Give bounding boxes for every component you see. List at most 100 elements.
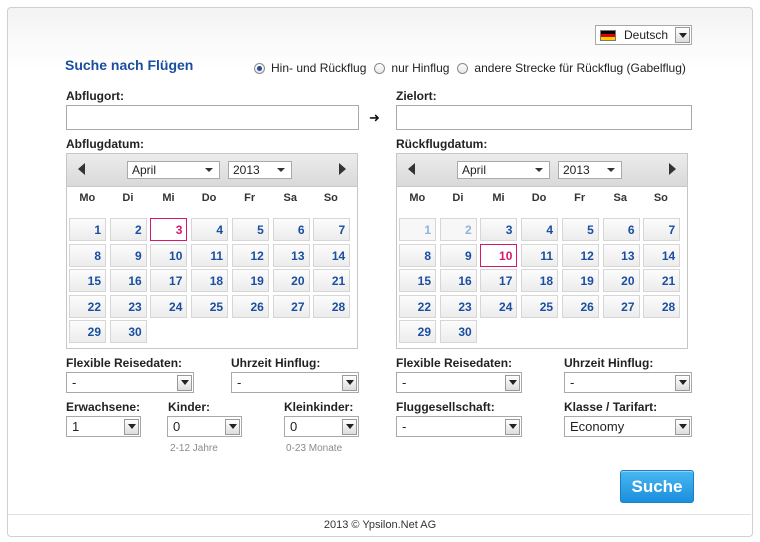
children-hint: 2-12 Jahre [170,443,218,454]
return-year-select[interactable]: 2013 [558,161,622,179]
departure-time-label: Uhrzeit Hinflug: [231,356,321,370]
calendar-day[interactable]: 11 [191,243,229,267]
calendar-day[interactable]: 24 [150,294,188,318]
calendar-day[interactable]: 5 [231,218,269,241]
calendar-day[interactable]: 15 [399,269,436,292]
calendar-day[interactable]: 28 [313,294,351,318]
calendar-day[interactable]: 26 [231,294,269,318]
calendar-day[interactable]: 1 [69,218,106,241]
return-flexible-dates-label: Flexible Reisedaten: [396,356,513,370]
departure-time-select[interactable]: - [231,372,359,393]
infants-label: Kleinkinder: [284,400,354,414]
calendar-day[interactable]: 3 [480,218,518,241]
search-button[interactable]: Suche [620,470,694,503]
calendar-day[interactable]: 18 [521,269,559,292]
calendar-day[interactable]: 28 [643,294,681,318]
calendar-day[interactable]: 11 [521,243,559,267]
calendar-day[interactable]: 14 [643,243,681,267]
radio-one-way-label[interactable]: nur Hinflug [391,61,449,75]
calendar-day[interactable]: 5 [561,218,599,241]
calendar-day[interactable]: 16 [439,269,477,292]
calendar-day[interactable]: 22 [69,294,106,318]
prev-month-icon[interactable] [408,163,415,175]
calendar-day[interactable]: 29 [399,320,436,343]
calendar-day[interactable]: 10 [150,243,188,267]
radio-round-trip[interactable] [254,62,265,74]
calendar-day[interactable]: 2 [109,218,147,241]
airline-select[interactable]: - [396,416,522,437]
calendar-day[interactable]: 20 [272,269,310,292]
calendar-day[interactable]: 27 [272,294,310,318]
departure-month-select[interactable]: April [127,161,220,179]
flexible-dates-label: Flexible Reisedaten: [66,356,183,370]
destination-input[interactable] [396,105,692,130]
calendar-day[interactable]: 30 [439,320,477,343]
calendar-day[interactable]: 17 [480,269,518,292]
calendar-day[interactable]: 13 [602,243,640,267]
calendar-day[interactable]: 26 [561,294,599,318]
return-flexible-dates-select[interactable]: - [396,372,522,393]
flexible-dates-select[interactable]: - [66,372,194,393]
class-select[interactable]: Economy [564,416,692,437]
calendar-day[interactable]: 29 [69,320,106,343]
calendar-day[interactable]: 17 [150,269,188,292]
infants-select[interactable]: 0 [284,416,359,437]
departure-year-select[interactable]: 2013 [228,161,292,179]
calendar-day[interactable]: 4 [191,218,229,241]
calendar-day[interactable]: 12 [561,243,599,267]
calendar-day[interactable]: 25 [191,294,229,318]
next-month-icon[interactable] [339,163,346,175]
return-time-select[interactable]: - [564,372,692,393]
calendar-day[interactable]: 3 [150,218,188,241]
calendar-day[interactable]: 23 [439,294,477,318]
calendar-day[interactable]: 21 [643,269,681,292]
next-month-icon[interactable] [669,163,676,175]
radio-open-jaw[interactable] [457,62,469,74]
calendar-day[interactable]: 18 [191,269,229,292]
calendar-day[interactable]: 30 [109,320,147,343]
origin-input[interactable] [66,105,359,130]
calendar-day[interactable]: 20 [602,269,640,292]
calendar-day[interactable]: 6 [272,218,310,241]
origin-label: Abflugort: [66,89,124,103]
radio-round-trip-label[interactable]: Hin- und Rückflug [271,61,366,75]
adults-label: Erwachsene: [66,400,141,414]
calendar-day[interactable]: 2 [439,218,477,241]
calendar-day[interactable]: 13 [272,243,310,267]
calendar-day[interactable]: 19 [561,269,599,292]
calendar-day[interactable]: 12 [231,243,269,267]
calendar-day[interactable]: 4 [521,218,559,241]
radio-one-way[interactable] [374,62,386,74]
calendar-day[interactable]: 8 [399,243,436,267]
calendar-day[interactable]: 22 [399,294,436,318]
calendar-day[interactable]: 21 [313,269,351,292]
calendar-day[interactable]: 23 [109,294,147,318]
calendar-day[interactable]: 10 [480,243,518,267]
calendar-day[interactable]: 9 [439,243,477,267]
calendar-day[interactable]: 1 [399,218,436,241]
calendar-day[interactable]: 15 [69,269,106,292]
calendar-day[interactable]: 19 [231,269,269,292]
children-select[interactable]: 0 [167,416,242,437]
calendar-day[interactable]: 7 [643,218,681,241]
calendar-day[interactable]: 7 [313,218,351,241]
return-month-select[interactable]: April [457,161,550,179]
chevron-down-icon[interactable] [675,27,690,43]
calendar-day[interactable]: 25 [521,294,559,318]
calendar-day[interactable]: 9 [109,243,147,267]
calendar-day[interactable]: 6 [602,218,640,241]
infants-hint: 0-23 Monate [286,443,343,454]
prev-month-icon[interactable] [78,163,85,175]
departure-date-label: Abflugdatum: [66,137,144,151]
language-select[interactable]: Deutsch [595,25,692,45]
calendar-day[interactable]: 14 [313,243,351,267]
calendar-day[interactable]: 16 [109,269,147,292]
calendar-day[interactable]: 27 [602,294,640,318]
calendar-day[interactable]: 24 [480,294,518,318]
radio-open-jaw-label[interactable]: andere Strecke für Rückflug (Gabelflug) [474,61,685,75]
adults-select[interactable]: 1 [66,416,141,437]
return-calendar: April 2013 Mo Di Mi Do Fr Sa So 1 2 3 4 5 6 7 8 9 10 11 1… [396,153,688,349]
destination-label: Zielort: [396,89,437,103]
weekday-header: Mo Di Mi Do Fr Sa So [79,192,338,204]
calendar-day[interactable]: 8 [69,243,106,267]
